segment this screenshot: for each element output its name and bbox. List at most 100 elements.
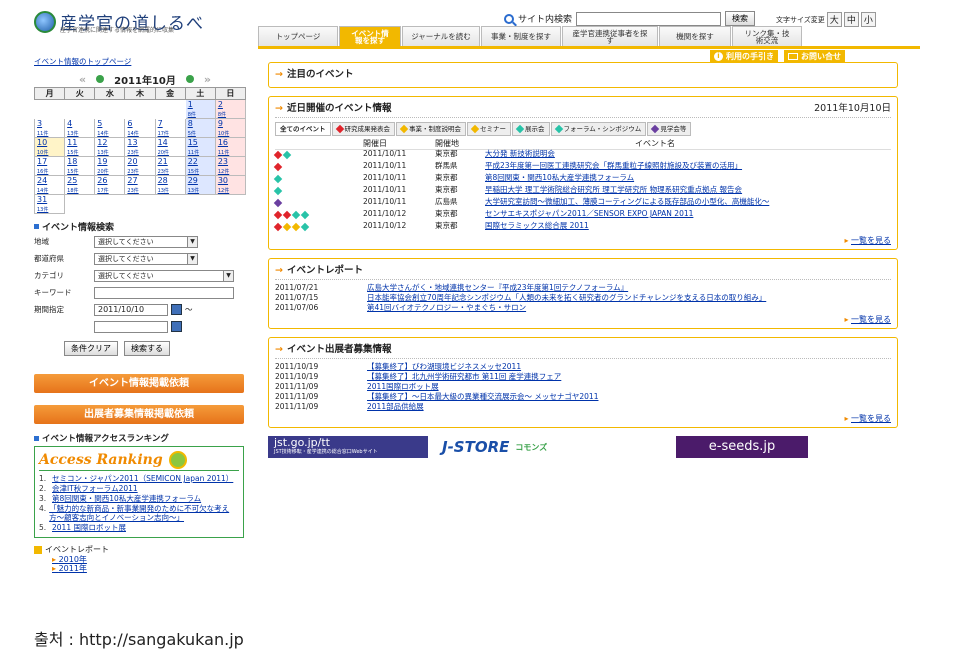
day-event-count[interactable]: 15件 bbox=[188, 169, 199, 175]
calendar-day[interactable]: 17 16件 bbox=[34, 156, 66, 176]
prev-month-dot-icon[interactable] bbox=[96, 75, 105, 83]
tab-links[interactable]: リンク集・技術交流 bbox=[732, 26, 802, 46]
day-event-count[interactable]: 15件 bbox=[67, 169, 78, 175]
calendar-day[interactable]: 15 11件 bbox=[184, 137, 216, 157]
calendar-day[interactable]: 28 13件 bbox=[154, 175, 186, 195]
day-event-count[interactable]: 13件 bbox=[37, 207, 48, 213]
day-number[interactable]: 12 bbox=[97, 138, 122, 147]
day-event-count[interactable]: 14件 bbox=[37, 188, 48, 194]
calendar-day[interactable]: 27 23件 bbox=[124, 175, 156, 195]
calendar-day[interactable]: 25 18件 bbox=[64, 175, 96, 195]
day-number[interactable]: 11 bbox=[67, 138, 92, 147]
calendar-day[interactable]: 31 13件 bbox=[34, 194, 66, 214]
day-number[interactable]: 22 bbox=[188, 157, 213, 166]
day-number[interactable]: 9 bbox=[218, 119, 243, 128]
day-number[interactable]: 10 bbox=[37, 138, 62, 147]
keyword-input[interactable] bbox=[94, 286, 234, 299]
day-number[interactable]: 16 bbox=[218, 138, 243, 147]
event-link[interactable]: 平成23年度第一回医工連携研究会「群馬重粒子線照射施設及び装置の活用」 bbox=[485, 162, 845, 170]
day-event-count[interactable]: 13件 bbox=[158, 188, 169, 194]
day-event-count[interactable]: 13件 bbox=[97, 150, 108, 156]
exhibitor-request-button[interactable]: 出展者募集情報掲載依頼 bbox=[34, 405, 244, 424]
item-link[interactable]: 2011部品供給展 bbox=[367, 403, 847, 411]
event-link[interactable]: センサエキスポジャパン2011／SENSOR EXPO JAPAN 2011 bbox=[485, 210, 845, 218]
item-link[interactable]: 広島大学さんがく・地域連携センター『平成23年度第1回テクノフォーラム』 bbox=[367, 284, 847, 292]
day-event-count[interactable]: 15件 bbox=[67, 150, 78, 156]
day-event-count[interactable]: 13件 bbox=[188, 188, 199, 194]
day-event-count[interactable]: 23件 bbox=[127, 188, 138, 194]
day-event-count[interactable]: 14件 bbox=[127, 131, 138, 137]
event-request-button[interactable]: イベント情報掲載依頼 bbox=[34, 374, 244, 393]
day-number[interactable]: 7 bbox=[158, 119, 183, 128]
day-number[interactable]: 30 bbox=[218, 176, 243, 185]
day-number[interactable]: 25 bbox=[67, 176, 92, 185]
calendar-day[interactable]: 18 15件 bbox=[64, 156, 96, 176]
calendar-day[interactable]: 8 5件 bbox=[184, 118, 216, 138]
calendar-day[interactable]: 24 14件 bbox=[34, 175, 66, 195]
calendar-icon[interactable] bbox=[171, 321, 182, 332]
tab-institutions[interactable]: 機関を探す bbox=[659, 26, 731, 46]
ranking-link[interactable]: 2011 国際ロボット展 bbox=[52, 523, 126, 532]
item-link[interactable]: 日本能率協会創立70周年記念シンポジウム「人類の未来を拓く研究者のグランドチャレ… bbox=[367, 294, 847, 302]
pref-select[interactable]: 選択してください ▼ bbox=[94, 252, 198, 265]
prev-month-icon[interactable]: « bbox=[79, 73, 86, 86]
event-link[interactable]: 国際セラミックス総合展 2011 bbox=[485, 222, 845, 230]
search-button[interactable]: 検索 bbox=[725, 11, 756, 26]
calendar-day[interactable]: 19 20件 bbox=[94, 156, 126, 176]
calendar-day[interactable]: 16 11件 bbox=[214, 137, 247, 157]
eseeds-banner[interactable]: e-seeds.jp bbox=[676, 436, 808, 458]
calendar-day[interactable]: 12 13件 bbox=[94, 137, 126, 157]
calendar-day[interactable]: 3 11件 bbox=[34, 118, 66, 138]
day-number[interactable]: 31 bbox=[37, 195, 62, 204]
tab-events[interactable]: イベント情報を探す bbox=[339, 26, 401, 46]
day-event-count[interactable]: 8件 bbox=[218, 112, 226, 118]
calendar-day[interactable]: 22 15件 bbox=[184, 156, 216, 176]
category-tab[interactable]: セミナー bbox=[467, 122, 511, 136]
period-end-input[interactable] bbox=[94, 320, 168, 333]
ranking-link[interactable]: セミコン・ジャパン2011（SEMICON Japan 2011） bbox=[52, 474, 233, 483]
calendar-day[interactable]: 1 8件 bbox=[184, 99, 216, 119]
day-event-count[interactable]: 10件 bbox=[37, 150, 48, 156]
next-month-dot-icon[interactable] bbox=[185, 75, 194, 83]
day-event-count[interactable]: 17件 bbox=[97, 188, 108, 194]
item-link[interactable]: 【募集終了】びわ湖環境ビジネスメッセ2011 bbox=[367, 363, 847, 371]
tab-coordinators[interactable]: 産学官連携従事者を探す bbox=[562, 26, 658, 46]
search-input[interactable] bbox=[576, 11, 722, 26]
day-event-count[interactable]: 20件 bbox=[158, 150, 169, 156]
day-number[interactable]: 13 bbox=[127, 138, 152, 147]
event-top-link[interactable]: イベント情報のトップページ bbox=[34, 56, 256, 67]
day-event-count[interactable]: 17件 bbox=[158, 131, 169, 137]
day-number[interactable]: 15 bbox=[188, 138, 213, 147]
calendar-day[interactable]: 26 17件 bbox=[94, 175, 126, 195]
day-number[interactable]: 24 bbox=[37, 176, 62, 185]
tab-journal[interactable]: ジャーナルを読む bbox=[402, 26, 480, 46]
calendar-day[interactable]: 7 17件 bbox=[154, 118, 186, 138]
category-select[interactable]: 選択してください ▼ bbox=[94, 269, 234, 282]
day-number[interactable]: 17 bbox=[37, 157, 62, 166]
day-number[interactable]: 23 bbox=[218, 157, 243, 166]
item-link[interactable]: 【募集終了】北九州学術研究都市 第11回 産学連携フェア bbox=[367, 373, 847, 381]
tab-top[interactable]: トップページ bbox=[258, 26, 338, 46]
day-event-count[interactable]: 23件 bbox=[127, 169, 138, 175]
tab-programs[interactable]: 事業・制度を探す bbox=[481, 26, 561, 46]
category-tab[interactable]: 見学会等 bbox=[647, 122, 692, 136]
day-event-count[interactable]: 8件 bbox=[188, 112, 196, 118]
calendar-day[interactable]: 13 23件 bbox=[124, 137, 156, 157]
category-tab[interactable]: 事業・制度説明会 bbox=[396, 122, 466, 136]
item-link[interactable]: 第41回バイオテクノロジー・やまぐち・サロン bbox=[367, 304, 847, 312]
day-number[interactable]: 28 bbox=[158, 176, 183, 185]
event-link[interactable]: 大分発 新技術説明会 bbox=[485, 150, 845, 158]
calendar-day[interactable]: 5 14件 bbox=[94, 118, 126, 138]
day-number[interactable]: 14 bbox=[158, 138, 183, 147]
event-link[interactable]: 早稲田大学 理工学術院総合研究所 理工学研究所 物理系研究重点拠点 報告会 bbox=[485, 186, 845, 194]
event-link[interactable]: 大学研究室訪問〜微細加工、薄膜コーティングによる既存部品の小型化、高機能化〜 bbox=[485, 198, 845, 206]
category-tab[interactable]: 研究成果発表会 bbox=[331, 122, 395, 136]
calendar-day[interactable]: 30 12件 bbox=[214, 175, 247, 195]
day-event-count[interactable]: 14件 bbox=[97, 131, 108, 137]
day-number[interactable]: 8 bbox=[188, 119, 213, 128]
day-number[interactable]: 29 bbox=[188, 176, 213, 185]
day-number[interactable]: 18 bbox=[67, 157, 92, 166]
day-event-count[interactable]: 23件 bbox=[127, 150, 138, 156]
exhibitor-more-link[interactable]: 一覧を見る bbox=[851, 414, 891, 423]
toggle-icon[interactable] bbox=[34, 545, 42, 554]
